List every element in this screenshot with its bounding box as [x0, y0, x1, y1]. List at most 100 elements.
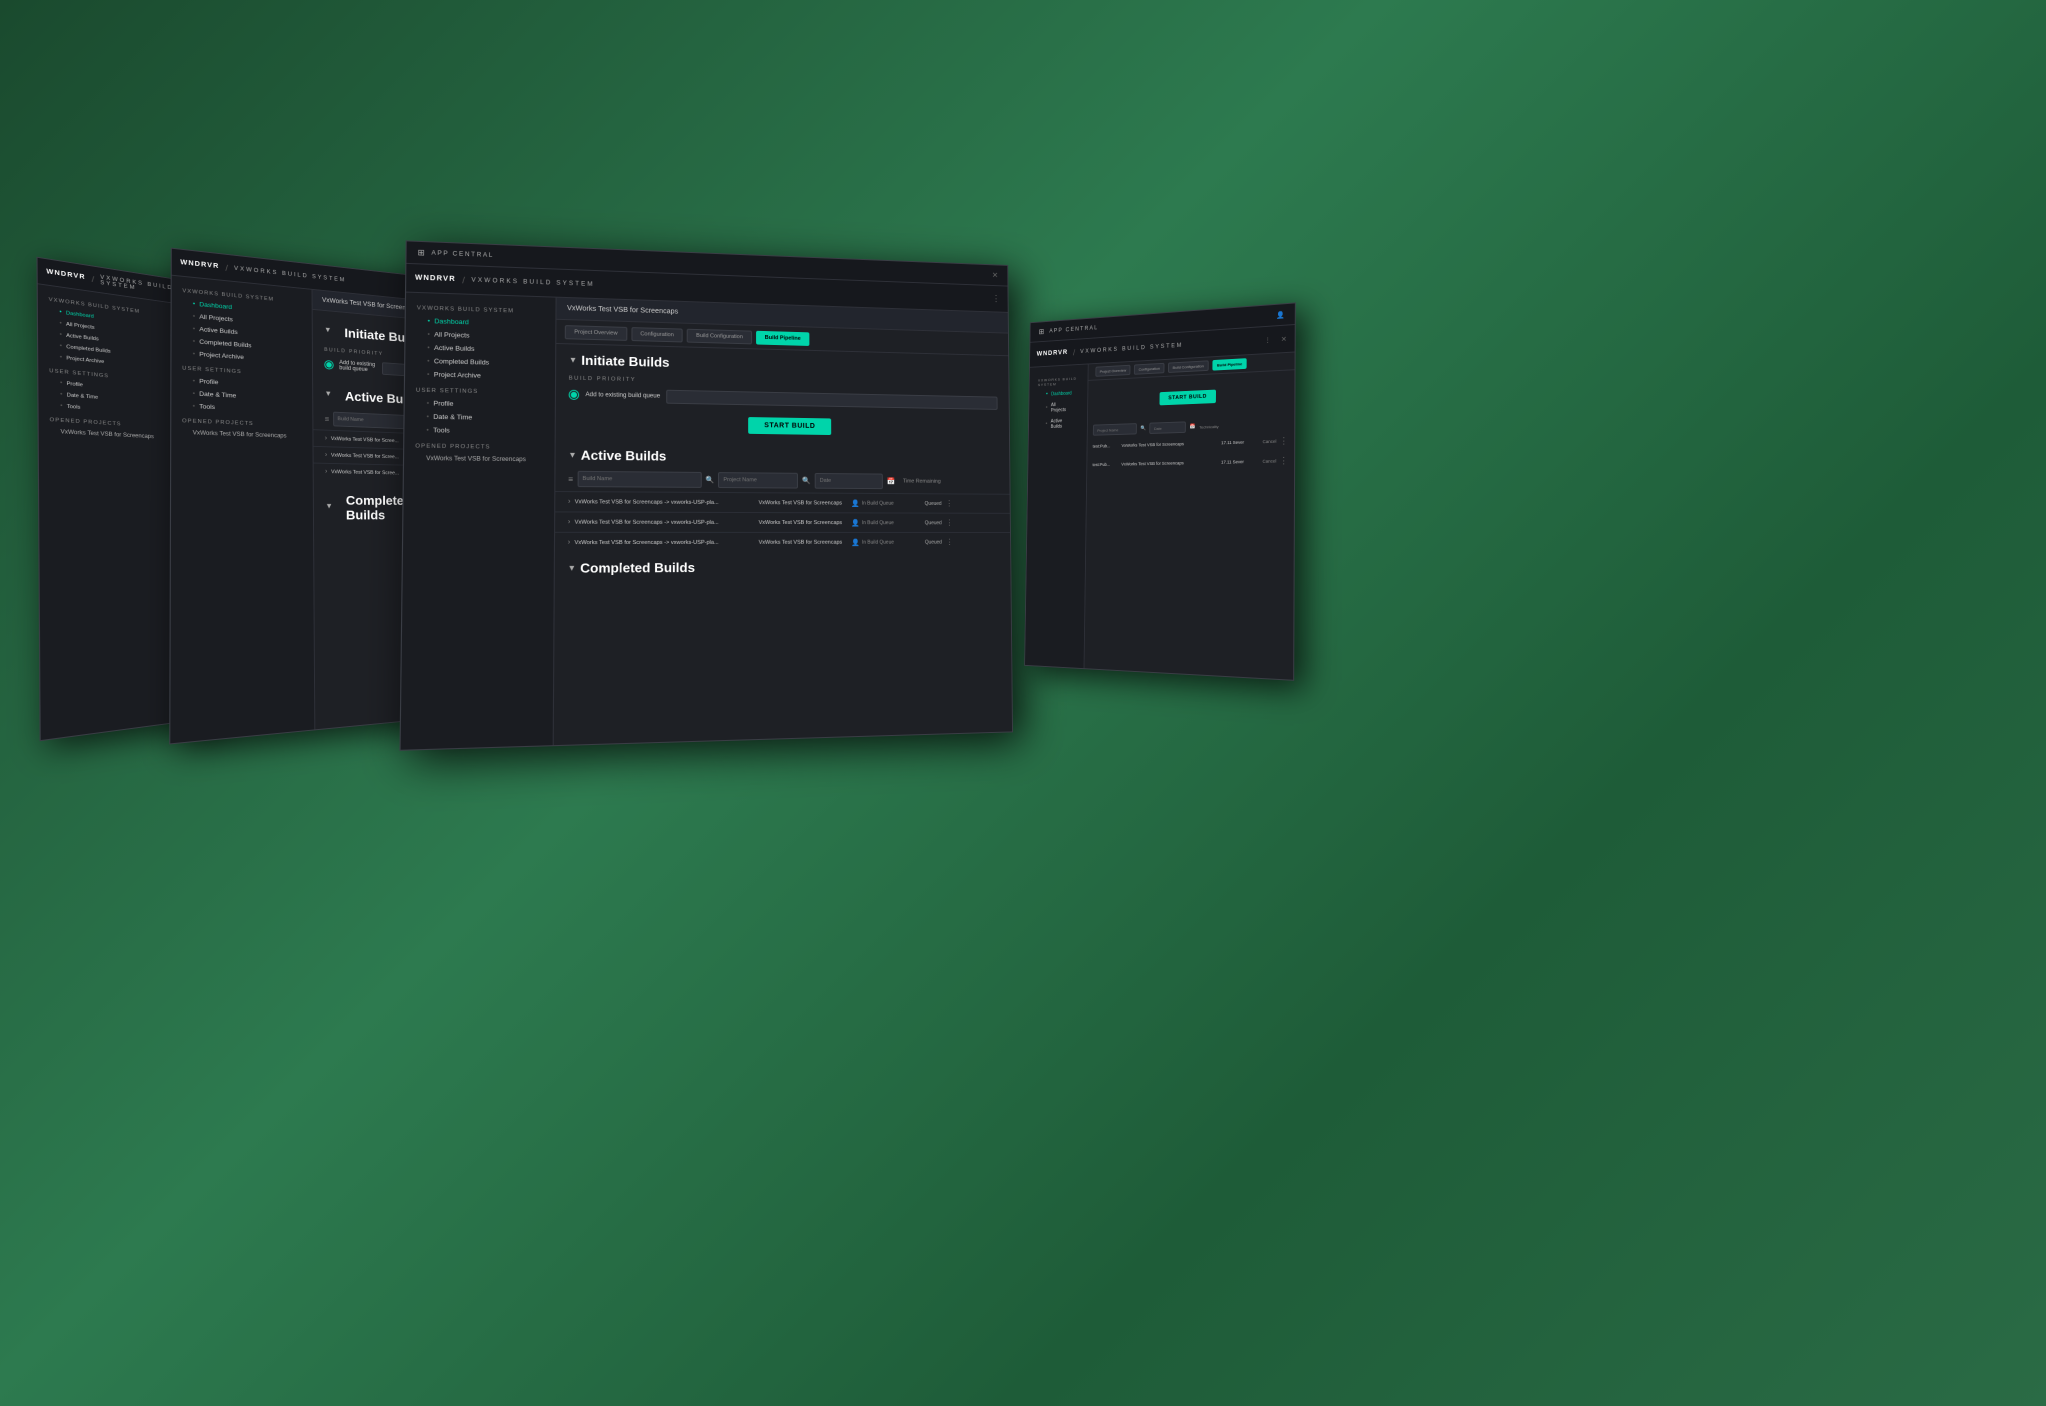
date-search-3[interactable]: [815, 473, 883, 489]
chevron-initiate-2: ▼: [324, 325, 331, 334]
table-toolbar-3: ≡ 🔍 🔍 📅 Time Remaining: [555, 467, 1009, 494]
main-content-4: Project Overview Configuration Build Con…: [1084, 353, 1294, 681]
logo-3: WNDRVR: [415, 274, 456, 283]
grid-icon-3: ⊞: [417, 248, 424, 257]
tab-configuration[interactable]: Configuration: [631, 327, 683, 342]
build-name-search-2[interactable]: [333, 412, 406, 430]
sidebar-2: VXWORKS BUILD SYSTEM Dashboard All Proje…: [170, 276, 315, 744]
tab-build-pipeline[interactable]: Build Pipeline: [756, 330, 810, 345]
row-chevron-1-w2[interactable]: ›: [325, 435, 327, 442]
w4-dots-2[interactable]: ⋮: [1279, 455, 1288, 466]
w4-date-1: 17.11 Sever: [1221, 439, 1259, 445]
chevron-completed-2: ▼: [325, 501, 333, 509]
divider-2: /: [225, 263, 228, 273]
radio-btn-2[interactable]: [324, 360, 333, 370]
sidebar-item-archive-3[interactable]: Project Archive: [416, 368, 544, 384]
sidebar-section-projects-2: OPENED PROJECTS VxWorks Test VSB for Scr…: [171, 414, 312, 445]
w4-cancel-1[interactable]: Cancel: [1263, 439, 1277, 444]
logo-1: WNDRVR: [46, 269, 85, 281]
start-build-container: START BUILD: [556, 414, 1009, 438]
project-name-search-3[interactable]: [718, 472, 798, 488]
calendar-icon-4: 📅: [1190, 424, 1196, 430]
dots-menu-3[interactable]: ⋮: [992, 293, 1000, 304]
row-chevron-2-w2[interactable]: ›: [325, 452, 327, 459]
calendar-icon-3: 📅: [887, 478, 895, 486]
main-content-3: VxWorks Test VSB for Screencaps Project …: [554, 298, 1013, 751]
row-chevron-2-w3[interactable]: ›: [568, 519, 571, 526]
row-dots-2-w3[interactable]: ⋮: [945, 518, 953, 527]
filter-icon-2[interactable]: ≡: [325, 414, 329, 422]
build-input-3[interactable]: [666, 390, 997, 410]
row-name-1-w3: VxWorks Test VSB for Screencaps -> vxwor…: [575, 499, 755, 506]
row-dots-1-w3[interactable]: ⋮: [945, 499, 953, 508]
completed-builds-title-3: Completed Builds: [580, 560, 695, 576]
close-icon-4[interactable]: ✕: [1281, 335, 1287, 343]
sys-title-4: VXWORKS BUILD SYSTEM: [1080, 342, 1183, 354]
sidebar-item-allprojects-4[interactable]: All Projects: [1037, 399, 1078, 417]
logo-2: WNDRVR: [180, 259, 219, 270]
project-name-search-4[interactable]: [1093, 423, 1137, 436]
chevron-completed-3: ▼: [568, 563, 576, 572]
active-builds-title-3: Active Builds: [581, 448, 667, 464]
filter-icon-3[interactable]: ≡: [568, 474, 573, 483]
logo-4: WNDRVR: [1037, 349, 1068, 357]
initiate-builds-title-3: Initiate Builds: [581, 353, 669, 370]
sidebar-section-main-2: VXWORKS BUILD SYSTEM Dashboard All Proje…: [171, 283, 312, 370]
person-icon-2: 👤: [851, 519, 860, 527]
tab-project-overview[interactable]: Project Overview: [565, 325, 627, 341]
tab-build-pipeline-4[interactable]: Build Pipeline: [1212, 358, 1247, 370]
sidebar-project-3[interactable]: VxWorks Test VSB for Screencaps: [415, 453, 544, 467]
win-body-3: VXWORKS BUILD SYSTEM Dashboard All Proje…: [400, 293, 1012, 751]
row-status-1-w3: 👤 In Build Queue: [851, 499, 904, 507]
active-builds-header-3: ▼ Active Builds: [556, 439, 1010, 471]
row-chevron-1-w3[interactable]: ›: [568, 498, 571, 505]
w4-id-1: test:Pub...: [1093, 443, 1119, 448]
tab-project-overview-4[interactable]: Project Overview: [1095, 365, 1130, 377]
sidebar-label: Dashboard: [66, 311, 94, 320]
w4-cancel-2[interactable]: Cancel: [1262, 459, 1276, 464]
win-body-4: VXWORKS BUILD SYSTEM Dashboard All Proje…: [1025, 353, 1295, 681]
window-3: ⊞ APP CENTRAL ✕ WNDRVR / VXWORKS BUILD S…: [399, 240, 1013, 750]
chevron-active-3: ▼: [568, 450, 576, 459]
radio-label-3: Add to existing build queue: [585, 392, 660, 400]
tab-build-configuration[interactable]: Build Configuration: [687, 328, 752, 344]
close-icon-3[interactable]: ✕: [992, 271, 998, 280]
sidebar-project-2[interactable]: VxWorks Test VSB for Screencaps: [182, 427, 303, 443]
row-dots-3-w3[interactable]: ⋮: [946, 538, 954, 547]
build-name-search-3[interactable]: [577, 471, 701, 488]
time-remaining-col: Time Remaining: [899, 479, 945, 485]
start-build-button-3[interactable]: START BUILD: [748, 417, 831, 435]
tab-build-config-4[interactable]: Build Configuration: [1168, 360, 1209, 373]
row-status-2-w3: 👤 In Build Queue: [851, 519, 904, 527]
row-name-3-w3: VxWorks Test VSB for Screencaps -> vxwor…: [574, 539, 754, 545]
radio-label-2: Add to existing build queue: [339, 360, 376, 373]
date-search-4[interactable]: [1149, 421, 1186, 434]
sys-title-2: VXWORKS BUILD SYSTEM: [234, 266, 346, 283]
app-central-label-4: APP CENTRAL: [1049, 325, 1098, 334]
divider-1: /: [92, 274, 95, 284]
row-project-2-w3: VxWorks Test VSB for Screencaps: [759, 520, 848, 526]
grid-icon-4: ⊞: [1039, 328, 1045, 336]
row-chevron-3-w3[interactable]: ›: [568, 539, 571, 546]
sidebar-section-main-3: VXWORKS BUILD SYSTEM Dashboard All Proje…: [405, 301, 555, 387]
chevron-initiate-3: ▼: [569, 355, 577, 364]
row-chevron-3-w2[interactable]: ›: [325, 468, 327, 475]
w4-dots-1[interactable]: ⋮: [1279, 436, 1288, 447]
row-name-2-w3: VxWorks Test VSB for Screencaps -> vxwor…: [575, 519, 755, 525]
sidebar-4: VXWORKS BUILD SYSTEM Dashboard All Proje…: [1025, 364, 1089, 680]
radio-btn-3[interactable]: [569, 390, 580, 400]
search-icon-4: 🔍: [1140, 426, 1146, 432]
window-4: ⊞ APP CENTRAL 👤 WNDRVR / VXWORKS BUILD S…: [1024, 302, 1296, 680]
start-build-button-4[interactable]: START BUILD: [1159, 390, 1216, 406]
dots-menu-4[interactable]: ⋮: [1264, 336, 1271, 344]
sidebar-item-tools-3[interactable]: Tools: [415, 424, 544, 439]
w4-table-row-2: test:Pub... VxWorks Test VSB for Screenc…: [1087, 451, 1294, 474]
sidebar-label: All Projects: [66, 322, 95, 331]
sidebar-3: VXWORKS BUILD SYSTEM Dashboard All Proje…: [400, 293, 556, 751]
w4-id-2: test:Pub...: [1092, 462, 1118, 467]
completed-builds-header-3: ▼ Completed Builds: [555, 551, 1011, 580]
w4-project-2: VxWorks Test VSB for Screencaps: [1121, 460, 1218, 467]
sidebar-item-activebuilds-4[interactable]: Active Builds: [1037, 415, 1078, 433]
tab-configuration-4[interactable]: Configuration: [1134, 363, 1164, 375]
row-project-1-w3: VxWorks Test VSB for Screencaps: [759, 500, 848, 506]
